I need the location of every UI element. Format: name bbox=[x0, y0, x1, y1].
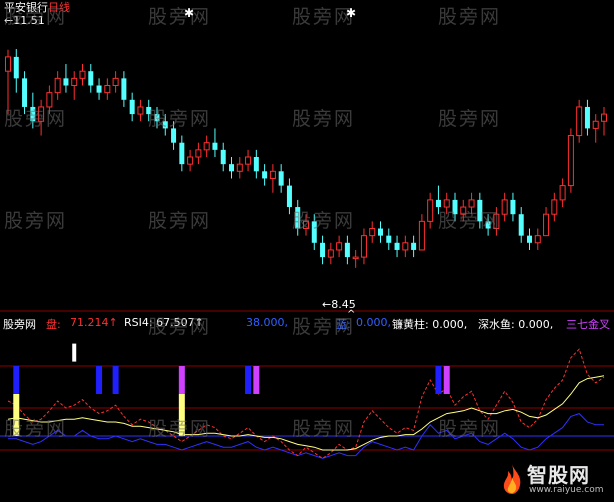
candle-body-up bbox=[5, 56, 11, 72]
candle-body-down bbox=[394, 242, 400, 250]
caret-up-icon: ^ bbox=[347, 309, 356, 320]
candle-body-up bbox=[327, 249, 334, 258]
candle-body-up bbox=[137, 106, 144, 115]
candle-body-up bbox=[54, 77, 61, 94]
candle-body-down bbox=[344, 242, 350, 258]
candle-body-down bbox=[22, 78, 28, 107]
watermark: 股旁网 bbox=[4, 418, 68, 440]
signal-blue-bar bbox=[13, 366, 20, 394]
logo-url: www.raiyue.com bbox=[529, 485, 604, 495]
watermark: 股旁网 bbox=[438, 108, 502, 130]
candle-body-down bbox=[278, 171, 284, 186]
candle-body-up bbox=[559, 185, 566, 201]
watermark: 股旁网 bbox=[148, 418, 212, 440]
watermark: 股旁网 bbox=[4, 108, 68, 130]
signal-blue-bar bbox=[112, 366, 119, 394]
candle-body-down bbox=[212, 142, 218, 150]
candle-body-down bbox=[411, 242, 417, 250]
candle-body-down bbox=[320, 242, 326, 258]
star-icon: ✱ bbox=[184, 6, 195, 20]
watermark: 股旁网 bbox=[4, 210, 68, 232]
indicator-golden-cross: 三七金叉 bbox=[566, 318, 610, 331]
candle-body-down bbox=[262, 171, 268, 179]
candle-body-up bbox=[369, 228, 376, 237]
candle-body-up bbox=[402, 242, 409, 251]
candle-body-down bbox=[13, 56, 19, 79]
logo-name: 智股网 bbox=[527, 463, 590, 487]
indicator-item1-label: 盘: bbox=[46, 318, 61, 331]
watermark: 股旁网 bbox=[438, 210, 502, 232]
candle-body-up bbox=[71, 77, 78, 86]
candle-body-up bbox=[104, 85, 111, 94]
candle-body-down bbox=[510, 199, 516, 215]
candle-body-up bbox=[195, 149, 202, 158]
candle-body-down bbox=[229, 164, 234, 172]
candle-body-up bbox=[112, 77, 119, 86]
candle-body-down bbox=[121, 78, 127, 100]
watermark: 股旁网 bbox=[148, 316, 212, 338]
candle-body-up bbox=[360, 235, 367, 258]
candle-body-down bbox=[88, 71, 94, 86]
candle-body-up bbox=[418, 220, 425, 251]
watermark: 股旁网 bbox=[292, 210, 356, 232]
flame-icon bbox=[503, 464, 521, 494]
signal-purple-bar bbox=[253, 366, 260, 394]
candle-body-up bbox=[534, 235, 541, 244]
candle-body-up bbox=[576, 106, 583, 137]
candle-body-down bbox=[253, 157, 259, 172]
signal-white-bar bbox=[72, 343, 77, 362]
candle-body-down bbox=[129, 99, 135, 115]
candle-body-up bbox=[352, 256, 359, 260]
watermark: 股旁网 bbox=[438, 6, 502, 28]
candle-body-up bbox=[236, 163, 243, 172]
indicator-item1-value: 71.214↑ bbox=[70, 316, 118, 329]
watermark: 股旁网 bbox=[148, 6, 212, 28]
candle-body-up bbox=[203, 142, 210, 151]
candle-body-up bbox=[501, 199, 508, 215]
candle-body-down bbox=[527, 235, 532, 243]
candle-body-up bbox=[269, 170, 276, 179]
indicator-deepfish: 深水鱼: 0.000, bbox=[478, 318, 554, 331]
candle-body-up bbox=[601, 113, 607, 122]
candle-body-up bbox=[336, 242, 343, 251]
candle-body-down bbox=[220, 149, 226, 165]
star-icon: ✱ bbox=[346, 6, 357, 20]
signal-blue-bar bbox=[96, 366, 103, 394]
watermark: 股旁网 bbox=[4, 6, 68, 28]
candle-body-up bbox=[543, 213, 550, 237]
candle-body-up bbox=[551, 199, 558, 215]
indicator-sickle: 镰黄柱: 0.000, bbox=[392, 318, 468, 331]
candle-body-up bbox=[79, 70, 86, 79]
candle-body-up bbox=[427, 199, 434, 222]
candle-body-down bbox=[378, 228, 383, 236]
signal-purple-bar bbox=[443, 366, 450, 394]
watermark: 股旁网 bbox=[292, 108, 356, 130]
candle-body-up bbox=[592, 120, 599, 129]
candle-body-up bbox=[245, 156, 252, 165]
watermark: 股旁网 bbox=[438, 418, 502, 440]
price-chart[interactable] bbox=[0, 0, 614, 312]
candle-body-up bbox=[567, 135, 574, 187]
candle-body-down bbox=[518, 214, 524, 236]
candle-body-up bbox=[187, 156, 194, 165]
candle-body-down bbox=[584, 106, 590, 129]
watermark: 股旁网 bbox=[292, 316, 356, 338]
indicator-item3-value: 38.000, bbox=[246, 316, 288, 329]
site-logo[interactable]: 智股网 www.raiyue.com bbox=[497, 457, 614, 502]
candle-body-down bbox=[179, 142, 185, 165]
watermark: 股旁网 bbox=[148, 210, 212, 232]
candle-body-down bbox=[386, 235, 392, 243]
signal-purple-bar bbox=[178, 366, 185, 394]
watermark: 股旁网 bbox=[148, 108, 212, 130]
candle-body-down bbox=[63, 78, 69, 86]
watermark: 股旁网 bbox=[292, 418, 356, 440]
signal-blue-bar bbox=[245, 366, 252, 394]
indicator-item4-value: 0.000, bbox=[356, 316, 391, 329]
indicator-prefix: 股旁网 bbox=[3, 318, 36, 331]
candle-body-down bbox=[286, 185, 292, 208]
candle-body-down bbox=[96, 85, 102, 93]
signal-blue-bar bbox=[435, 366, 442, 394]
